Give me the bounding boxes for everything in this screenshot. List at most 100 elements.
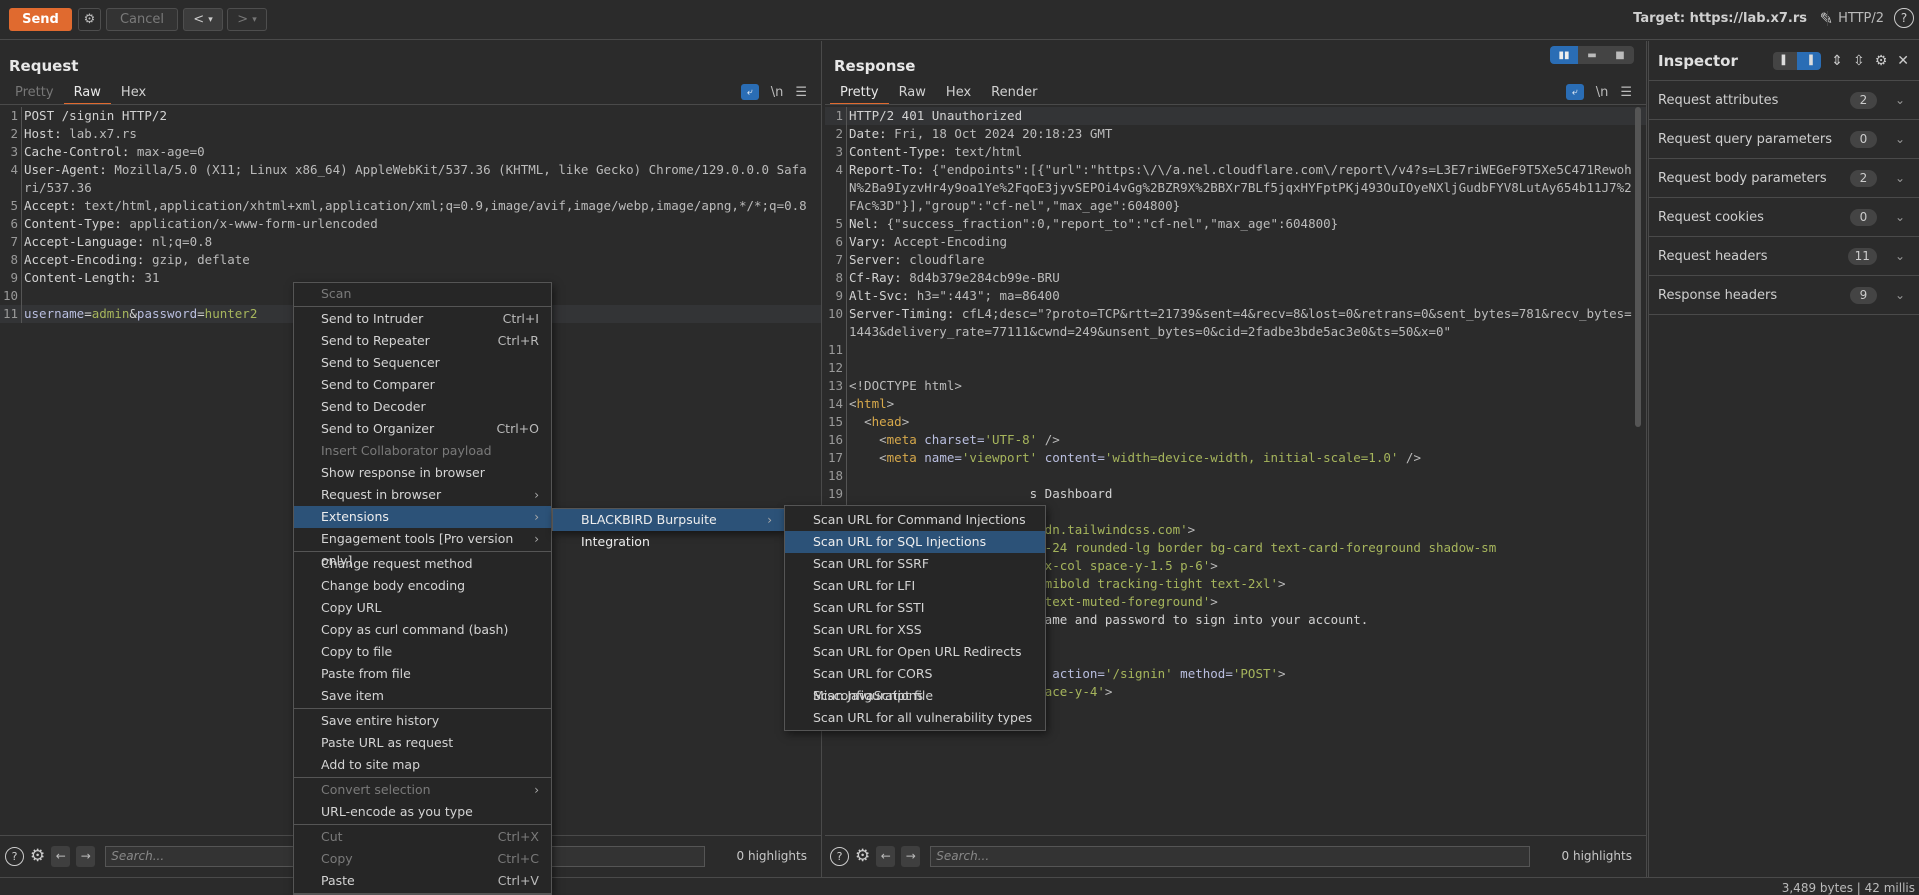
newline-toggle-icon[interactable]: \n — [771, 85, 784, 100]
menu-item-extensions[interactable]: Extensions › — [294, 506, 551, 528]
count-badge: 0 — [1849, 208, 1877, 226]
newline-toggle-icon[interactable]: \n — [1596, 85, 1609, 100]
dock-right-icon[interactable]: ▐ — [1797, 51, 1822, 70]
menu-item-copy-to-file[interactable]: Copy to file — [294, 641, 551, 663]
menu-icon[interactable]: ☰ — [795, 85, 807, 100]
menu-item-scan-url-for-cors-misconfigurations[interactable]: Scan URL for CORS Misconfigurations — [785, 663, 1045, 703]
side-by-side-layout-icon[interactable]: ▮▮ — [1550, 46, 1578, 64]
menu-item-send-to-comparer[interactable]: Send to Comparer — [294, 374, 551, 396]
menu-item-show-response-in-browser[interactable]: Show response in browser — [294, 462, 551, 484]
menu-item-blackbird[interactable]: BLACKBIRD Burpsuite Integration › — [553, 509, 784, 549]
help-icon[interactable]: ? — [830, 846, 849, 866]
menu-item-scan-url-for-sql-injections[interactable]: Scan URL for SQL Injections — [785, 531, 1045, 553]
menu-item-save-entire-history[interactable]: Save entire history — [294, 710, 551, 732]
next-match-button[interactable]: → — [901, 845, 921, 867]
chevron-down-icon[interactable]: ⌄ — [1895, 249, 1905, 263]
menu-item-scan-url-for-lfi[interactable]: Scan URL for LFI — [785, 575, 1045, 597]
inspector-section[interactable]: Response headers 9 ⌄ — [1649, 276, 1919, 315]
inspector-section[interactable]: Request body parameters 2 ⌄ — [1649, 159, 1919, 198]
response-scrollbar[interactable] — [1635, 107, 1641, 427]
menu-item-scan-javascript-file[interactable]: Scan JavaScript file — [785, 685, 1045, 707]
menu-item-scan-url-for-ssrf[interactable]: Scan URL for SSRF — [785, 553, 1045, 575]
menu-item-save-item[interactable]: Save item — [294, 685, 551, 707]
inspector-section[interactable]: Request attributes 2 ⌄ — [1649, 81, 1919, 120]
menu-item-request-in-browser[interactable]: Request in browser › — [294, 484, 551, 506]
next-match-button[interactable]: → — [76, 845, 96, 867]
previous-match-button[interactable]: ← — [51, 845, 71, 867]
gear-icon[interactable]: ⚙ — [1875, 53, 1888, 69]
menu-item-label: Send to Repeater — [321, 333, 430, 348]
chevron-down-icon[interactable]: ⌄ — [1895, 210, 1905, 224]
word-wrap-icon[interactable]: ⤶ — [740, 84, 759, 100]
tab-pretty[interactable]: Pretty — [830, 83, 889, 105]
tab-pretty[interactable]: Pretty — [5, 83, 64, 105]
back-button[interactable]: < ▾ — [183, 8, 223, 31]
menu-item-engagement-tools-pro-version-only[interactable]: Engagement tools [Pro version only] › — [294, 528, 551, 568]
line-text: s Dashboard — [847, 485, 1646, 503]
inspector-section[interactable]: Request query parameters 0 ⌄ — [1649, 120, 1919, 159]
line-number: 15 — [825, 413, 847, 431]
header-name: Alt-Svc: — [849, 288, 910, 303]
chevron-down-icon[interactable]: ⌄ — [1895, 171, 1905, 185]
cancel-button[interactable]: Cancel — [106, 8, 178, 31]
menu-item-send-to-intruder[interactable]: Send to Intruder Ctrl+I — [294, 308, 551, 330]
header-value: Mozilla/5.0 (X11; Linux x86_64) AppleWeb… — [24, 162, 807, 195]
chevron-down-icon[interactable]: ⌄ — [1895, 132, 1905, 146]
chevron-down-icon[interactable]: ⌄ — [1895, 93, 1905, 107]
help-icon[interactable]: ? — [5, 846, 24, 866]
stacked-layout-icon[interactable]: ▬ — [1578, 46, 1606, 64]
settings-button[interactable]: ⚙ — [78, 8, 101, 31]
param-value: hunter2 — [204, 306, 258, 321]
menu-item-copy-url[interactable]: Copy URL — [294, 597, 551, 619]
code-line: 8 Accept-Encoding: gzip, deflate — [0, 251, 821, 269]
response-search-input[interactable]: Search... — [930, 845, 1531, 867]
menu-item-copy-as-curl-command-bash[interactable]: Copy as curl command (bash) — [294, 619, 551, 641]
code-line: 1 HTTP/2 401 Unauthorized — [825, 107, 1646, 125]
menu-item-scan-url-for-open-url-redirects[interactable]: Scan URL for Open URL Redirects — [785, 641, 1045, 663]
tab-hex[interactable]: Hex — [111, 83, 156, 105]
menu-item-paste-from-file[interactable]: Paste from file — [294, 663, 551, 685]
single-layout-icon[interactable]: ■ — [1606, 46, 1634, 64]
menu-item-change-body-encoding[interactable]: Change body encoding — [294, 575, 551, 597]
tab-raw[interactable]: Raw — [889, 83, 936, 105]
menu-item-scan-url-for-all-vulnerability-types[interactable]: Scan URL for all vulnerability types — [785, 707, 1045, 729]
menu-item-url-encode-as-you-type[interactable]: URL-encode as you type — [294, 801, 551, 823]
chevron-down-icon[interactable]: ⌄ — [1895, 288, 1905, 302]
menu-item-scan-url-for-command-injections[interactable]: Scan URL for Command Injections — [785, 509, 1045, 531]
expand-all-icon[interactable]: ⇕ — [1831, 53, 1843, 69]
menu-item-send-to-sequencer[interactable]: Send to Sequencer — [294, 352, 551, 374]
menu-item-add-to-site-map[interactable]: Add to site map — [294, 754, 551, 776]
code-line: 1 POST /signin HTTP/2 — [0, 107, 821, 125]
gear-icon[interactable]: ⚙ — [30, 846, 45, 866]
code-token: < — [879, 450, 887, 465]
back-dropdown-icon[interactable]: ▾ — [208, 15, 213, 25]
menu-item-change-request-method[interactable]: Change request method — [294, 553, 551, 575]
header-name: Server: — [849, 252, 902, 267]
tab-raw[interactable]: Raw — [63, 83, 111, 105]
tab-hex[interactable]: Hex — [936, 83, 981, 105]
menu-item-paste[interactable]: Paste Ctrl+V — [294, 870, 551, 892]
menu-item-paste-url-as-request[interactable]: Paste URL as request — [294, 732, 551, 754]
collapse-all-icon[interactable]: ⇳ — [1853, 53, 1865, 69]
tab-render[interactable]: Render — [981, 83, 1047, 105]
menu-item-send-to-repeater[interactable]: Send to Repeater Ctrl+R — [294, 330, 551, 352]
gear-icon[interactable]: ⚙ — [855, 846, 870, 866]
code-line: 3 Cache-Control: max-age=0 — [0, 143, 821, 161]
send-button[interactable]: Send — [9, 8, 72, 31]
word-wrap-icon[interactable]: ⤶ — [1565, 84, 1584, 100]
dock-left-icon[interactable]: ▌ — [1773, 51, 1798, 70]
close-icon[interactable]: ✕ — [1897, 53, 1909, 69]
help-icon[interactable]: ? — [1894, 8, 1914, 28]
http-version[interactable]: HTTP/2 — [1827, 11, 1884, 26]
menu-item-send-to-organizer[interactable]: Send to Organizer Ctrl+O — [294, 418, 551, 440]
header-value: {"endpoints":[{"url":"https:\/\/a.nel.cl… — [849, 162, 1632, 213]
forward-button[interactable]: > ▾ — [227, 8, 267, 31]
previous-match-button[interactable]: ← — [876, 845, 896, 867]
inspector-section[interactable]: Request cookies 0 ⌄ — [1649, 198, 1919, 237]
menu-item-send-to-decoder[interactable]: Send to Decoder — [294, 396, 551, 418]
forward-dropdown-icon[interactable]: ▾ — [252, 15, 257, 25]
inspector-section[interactable]: Request headers 11 ⌄ — [1649, 237, 1919, 276]
menu-item-scan-url-for-ssti[interactable]: Scan URL for SSTI — [785, 597, 1045, 619]
menu-icon[interactable]: ☰ — [1620, 85, 1632, 100]
menu-item-scan-url-for-xss[interactable]: Scan URL for XSS — [785, 619, 1045, 641]
